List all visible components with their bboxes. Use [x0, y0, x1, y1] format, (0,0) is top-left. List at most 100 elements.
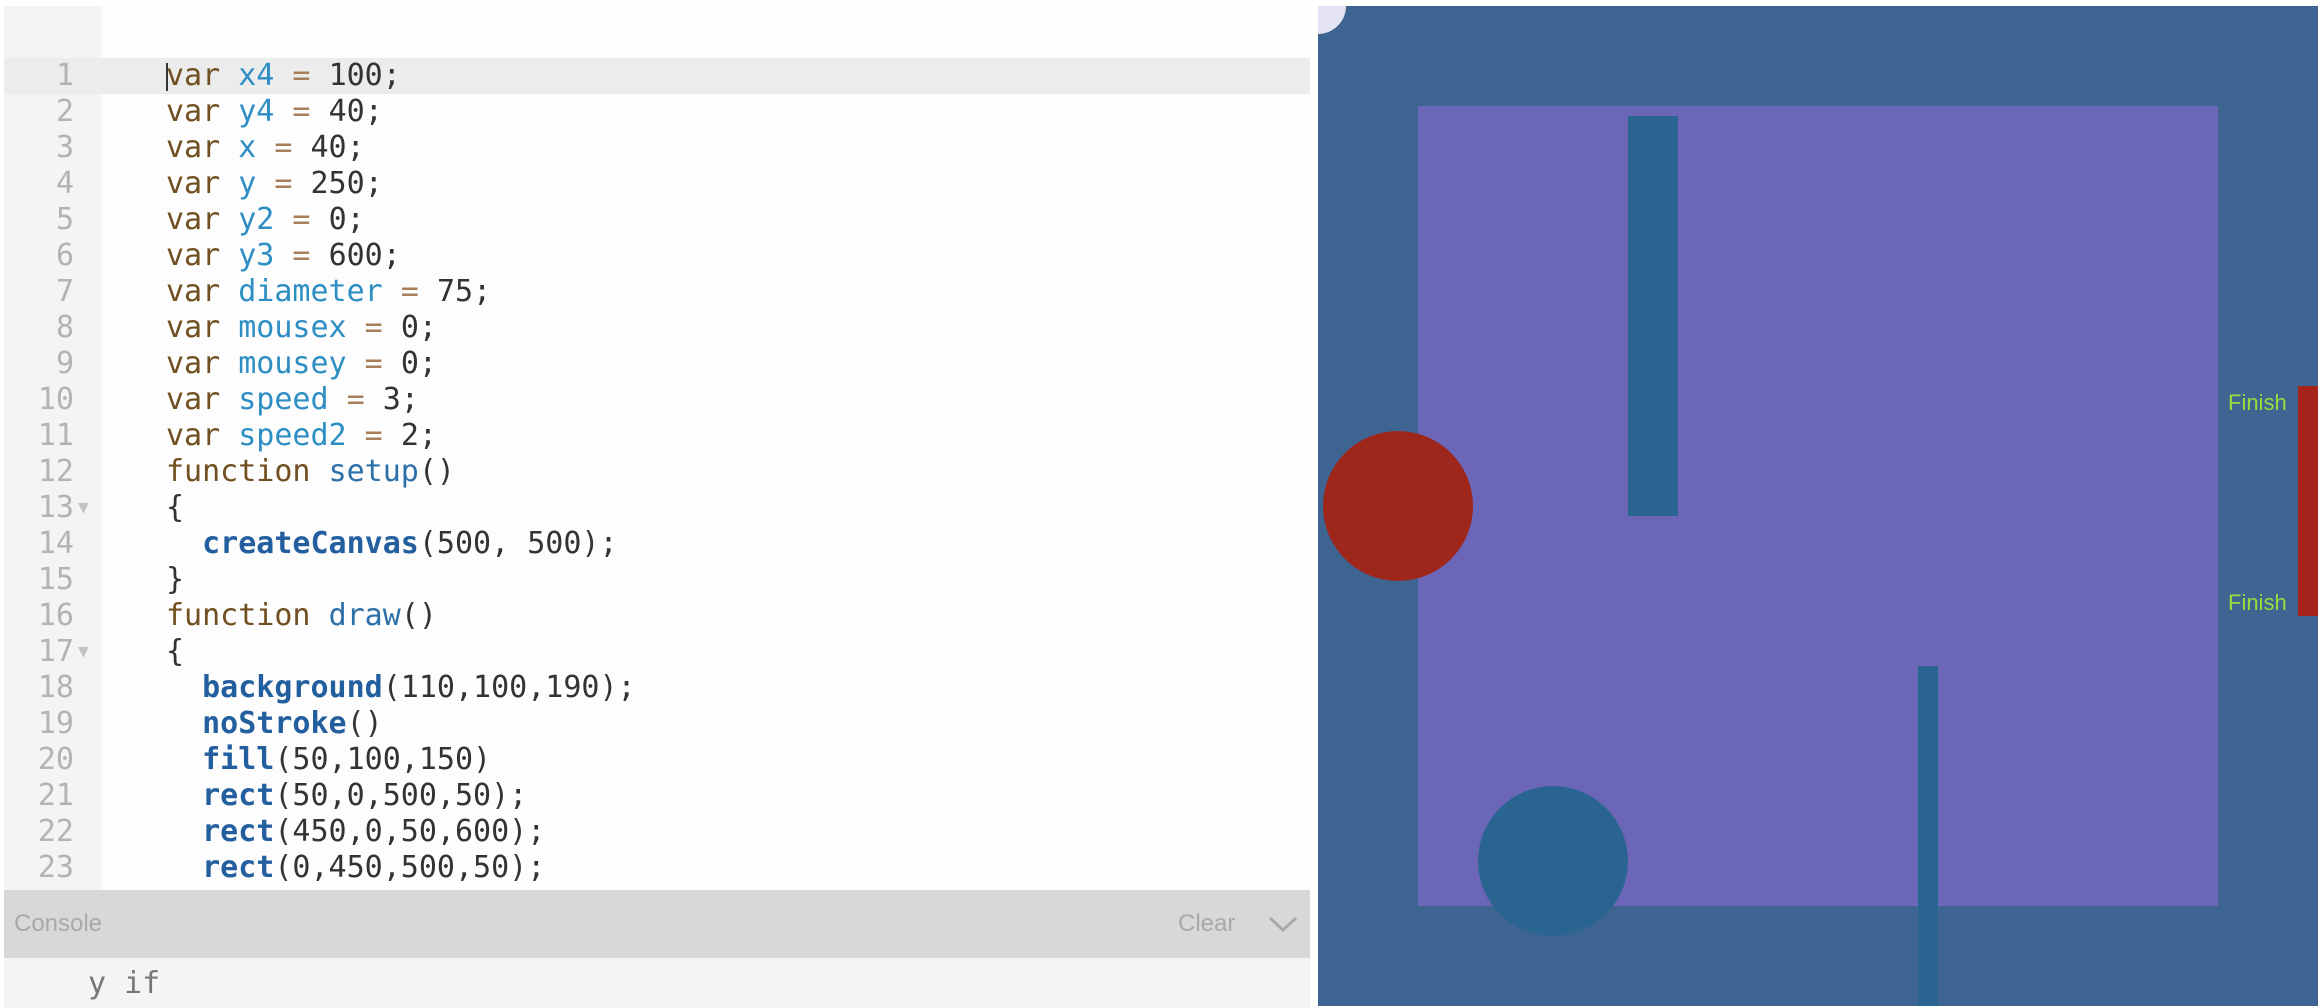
code-line[interactable]: 18 background(110,100,190);: [4, 670, 1310, 706]
code-text: var y4 = 40;: [166, 94, 383, 130]
code-token: 100: [328, 58, 383, 93]
code-token: ;: [346, 202, 365, 237]
code-token: (50,100,150): [274, 742, 492, 777]
code-token: ;: [382, 238, 401, 273]
code-line[interactable]: 13 ▼ {: [4, 490, 1310, 526]
code-text: rect(450,0,50,600);: [166, 814, 545, 850]
code-token: var: [166, 58, 221, 93]
code-token: =: [274, 94, 329, 129]
code-token: 75: [436, 274, 474, 309]
code-token: speed: [238, 382, 329, 417]
code-line[interactable]: 11 var speed2 = 2;: [4, 418, 1310, 454]
code-token: {: [166, 490, 185, 525]
code-text: var speed2 = 2;: [166, 418, 437, 454]
enemy-ball: [1478, 786, 1628, 936]
code-text: background(110,100,190);: [166, 670, 636, 706]
code-line[interactable]: 17 ▼ {: [4, 634, 1310, 670]
code-token: 3: [382, 382, 401, 417]
code-token: createCanvas: [202, 526, 419, 561]
code-text: var x4 = 100;: [166, 58, 401, 94]
line-number: 16: [37, 598, 74, 633]
line-number: 7: [55, 274, 74, 309]
code-line[interactable]: 10 var speed = 3;: [4, 382, 1310, 418]
line-number: 8: [55, 310, 74, 345]
line-number: 5: [55, 202, 74, 237]
code-line[interactable]: 23 rect(0,450,500,50);: [4, 850, 1310, 886]
code-token: y4: [238, 94, 275, 129]
code-text: fill(50,100,150): [166, 742, 491, 778]
code-line[interactable]: 2 var y4 = 40;: [4, 94, 1310, 130]
code-token: {: [166, 634, 185, 669]
code-token: (110,100,190);: [382, 670, 636, 705]
code-line[interactable]: 20 fill(50,100,150): [4, 742, 1310, 778]
code-line[interactable]: 1 var x4 = 100;: [4, 58, 1310, 94]
finish-zone-bar: [2298, 386, 2318, 616]
fold-arrow-icon[interactable]: ▼: [78, 490, 89, 526]
code-line[interactable]: 9 var mousey = 0;: [4, 346, 1310, 382]
code-token: var: [166, 166, 221, 201]
code-text: function setup(): [166, 454, 455, 490]
code-line[interactable]: 6 var y3 = 600;: [4, 238, 1310, 274]
code-token: ;: [418, 346, 437, 381]
code-text: function draw(): [166, 598, 437, 634]
code-text: var y3 = 600;: [166, 238, 401, 274]
console-title: Console: [14, 910, 103, 937]
code-line[interactable]: 21 rect(50,0,500,50);: [4, 778, 1310, 814]
code-line[interactable]: 22 rect(450,0,50,600);: [4, 814, 1310, 850]
line-number: 2: [55, 94, 74, 129]
code-line[interactable]: 14 createCanvas(500, 500);: [4, 526, 1310, 562]
line-number: 15: [37, 562, 74, 597]
code-text: createCanvas(500, 500);: [166, 526, 617, 562]
code-token: var: [166, 274, 221, 309]
code-lines[interactable]: 1 var x4 = 100; 2 var y4 = 40; 3 var x = 40; 4…: [4, 58, 1310, 886]
code-line[interactable]: 8 var mousex = 0;: [4, 310, 1310, 346]
code-line[interactable]: 12 function setup(): [4, 454, 1310, 490]
clear-console-button[interactable]: Clear: [1178, 910, 1235, 938]
code-token: =: [346, 310, 401, 345]
code-token: ;: [418, 310, 437, 345]
console-output: y if: [88, 966, 161, 1001]
code-line[interactable]: 15}: [4, 562, 1310, 598]
code-line[interactable]: 16 function draw(): [4, 598, 1310, 634]
code-line[interactable]: 19 noStroke(): [4, 706, 1310, 742]
line-number: 21: [37, 778, 74, 813]
line-number: 4: [55, 166, 74, 201]
code-line[interactable]: 7 var diameter = 75;: [4, 274, 1310, 310]
code-line[interactable]: 5 var y2 = 0;: [4, 202, 1310, 238]
code-token: =: [274, 238, 329, 273]
code-token: rect: [202, 778, 275, 813]
code-text: noStroke(): [166, 706, 383, 742]
chevron-down-icon[interactable]: [1266, 910, 1300, 938]
sketch-preview-canvas[interactable]: Finish Finish: [1318, 6, 2318, 1006]
code-token: 40: [328, 94, 365, 129]
line-number: 18: [37, 670, 74, 705]
line-number: 10: [37, 382, 74, 417]
code-editor[interactable]: 1 var x4 = 100; 2 var y4 = 40; 3 var x = 40; 4…: [4, 6, 1310, 890]
code-text: rect(50,0,500,50);: [166, 778, 527, 814]
code-text: var speed = 3;: [166, 382, 419, 418]
code-text: var diameter = 75;: [166, 274, 491, 310]
code-text: var mousey = 0;: [166, 346, 437, 382]
code-text: var mousex = 0;: [166, 310, 437, 346]
line-number: 1: [55, 58, 74, 93]
fold-arrow-icon[interactable]: ▼: [78, 634, 89, 670]
code-token: function: [166, 454, 311, 489]
code-token: 0: [400, 346, 419, 381]
line-number: 3: [55, 130, 74, 165]
finish-label-bottom: Finish: [2228, 590, 2287, 615]
code-token: 600: [328, 238, 383, 273]
code-line[interactable]: 4 var y = 250;: [4, 166, 1310, 202]
console-header: Console Clear: [4, 890, 1310, 958]
code-line[interactable]: 3 var x = 40;: [4, 130, 1310, 166]
code-token: y2: [238, 202, 275, 237]
code-token: (): [418, 454, 455, 489]
